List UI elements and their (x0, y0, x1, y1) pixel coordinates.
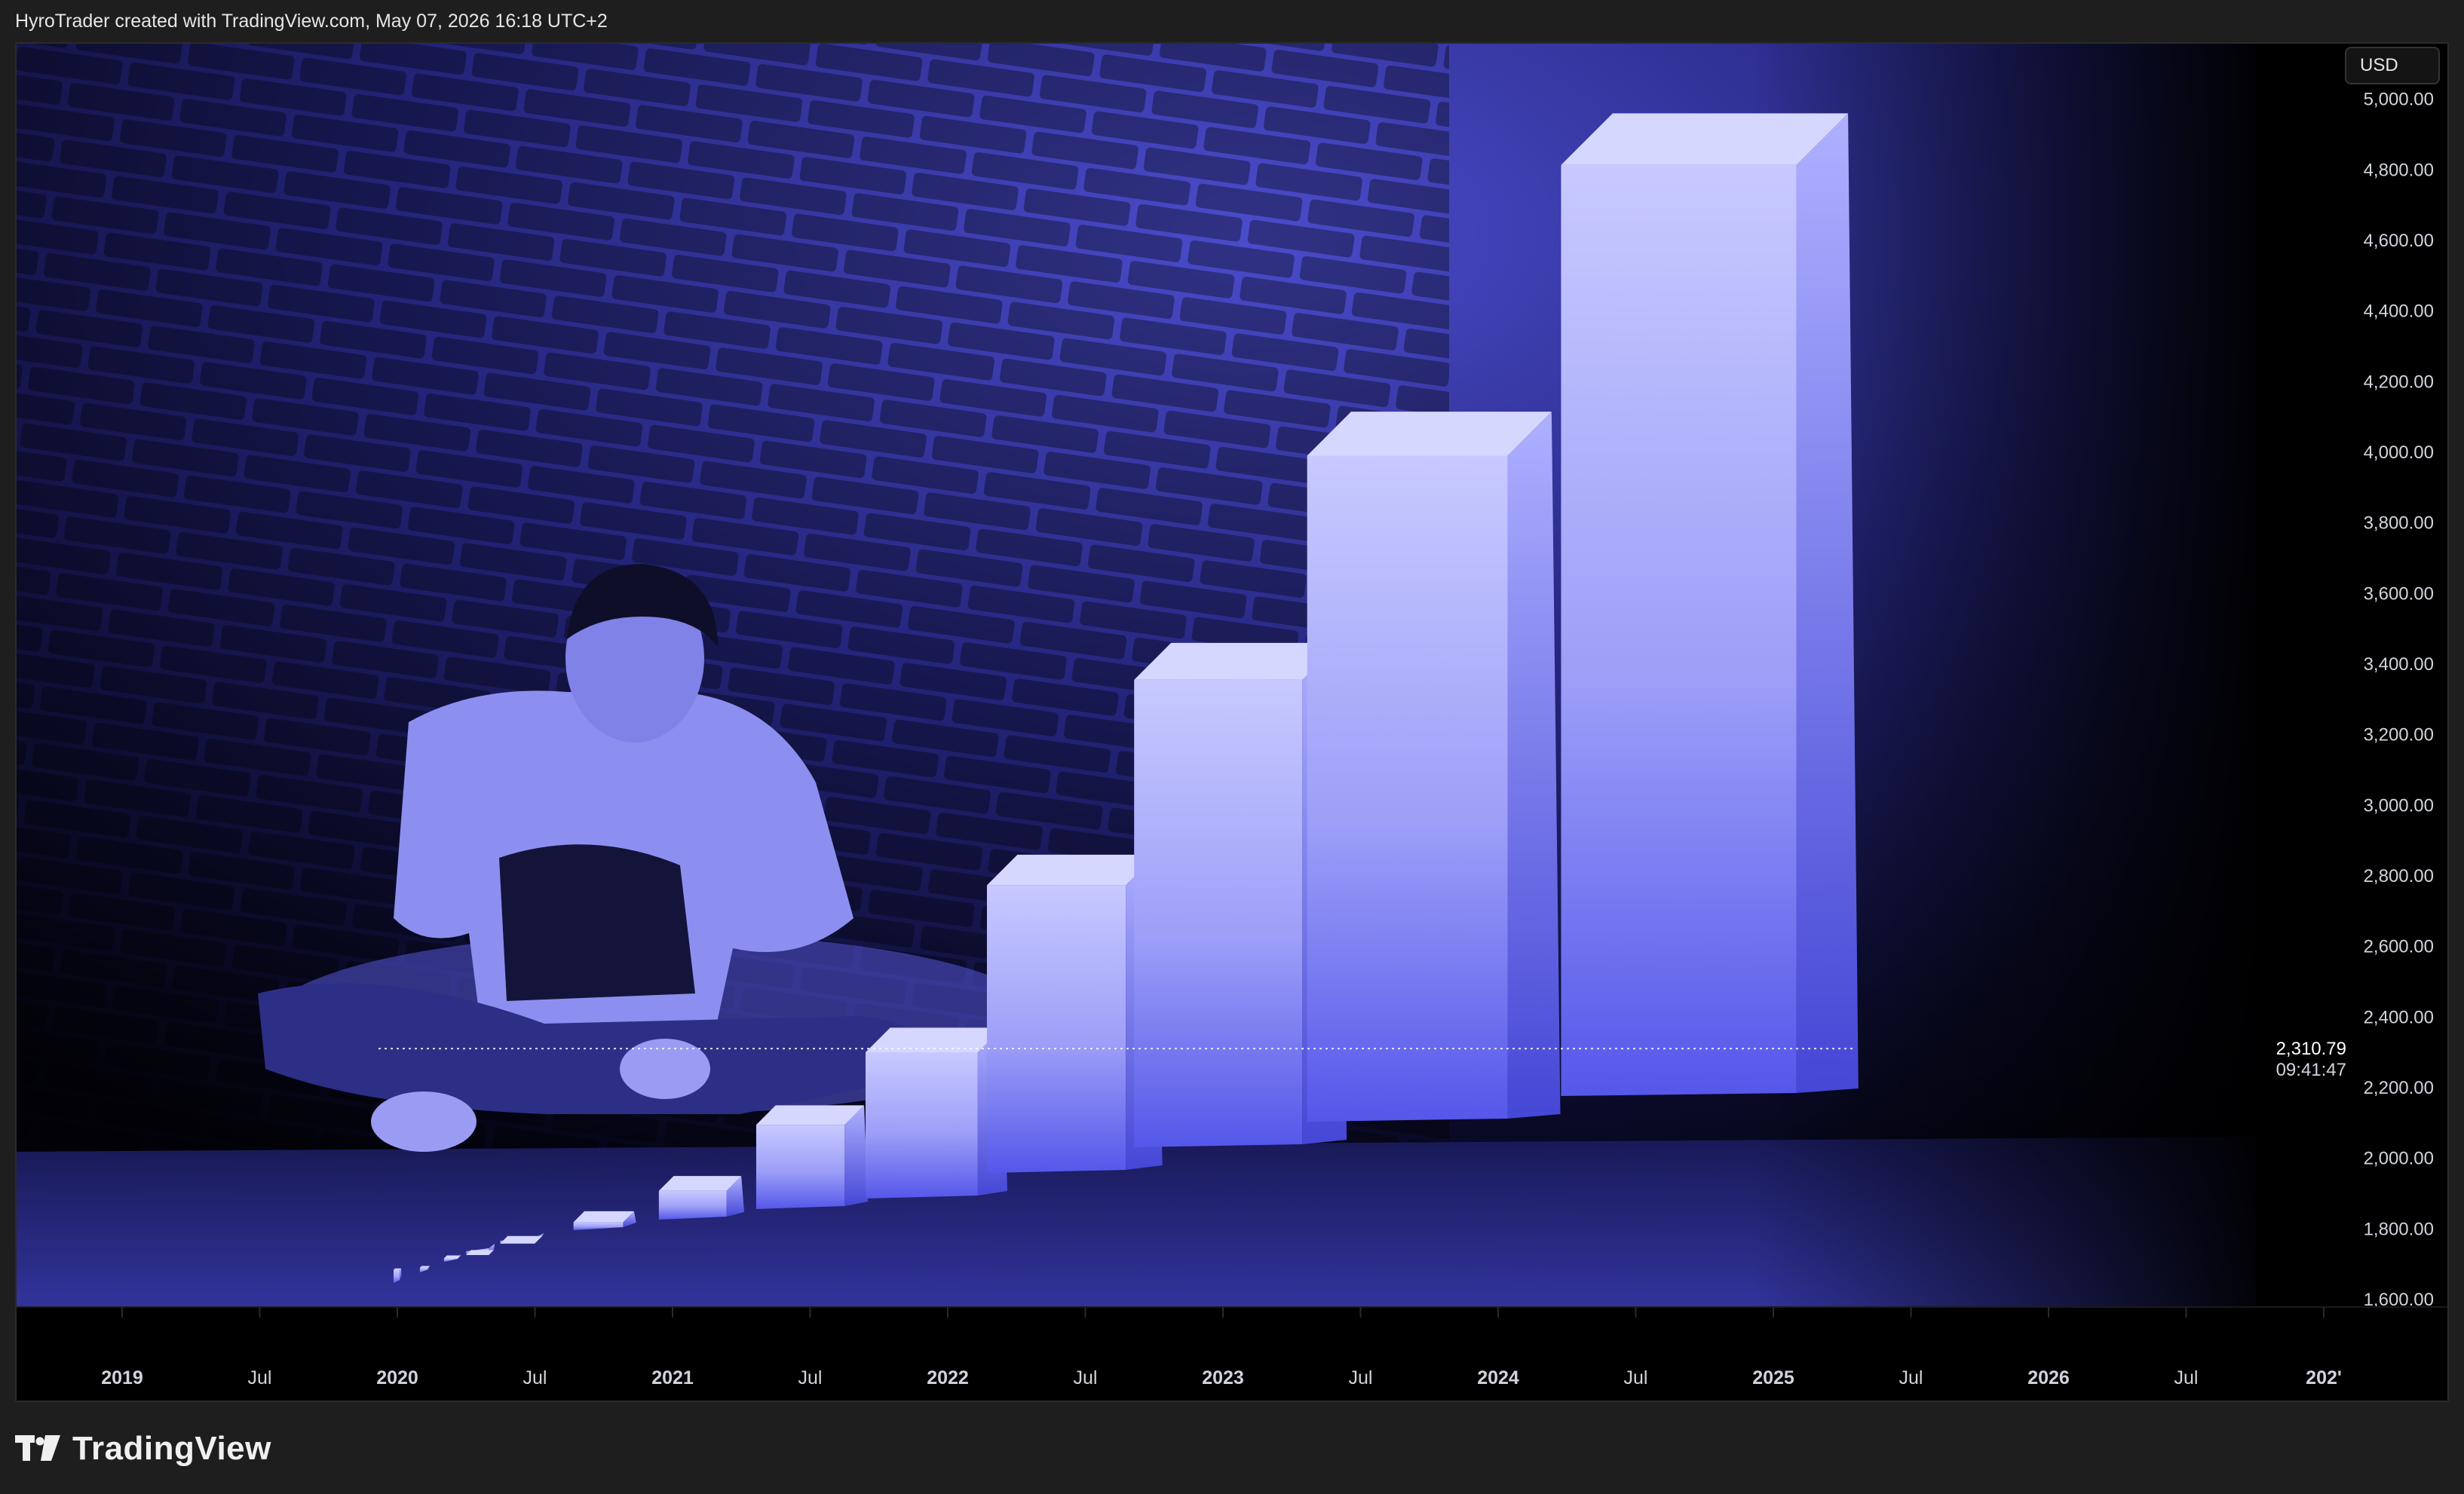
rising-block-front (1307, 455, 1508, 1122)
chart-caption: HyroTrader created with TradingView.com,… (15, 10, 608, 32)
price-tick-label: 2,600.00 (2364, 937, 2434, 957)
time-tick-year-label: 2023 (1202, 1367, 1244, 1388)
price-tick-label: 4,400.00 (2364, 302, 2434, 322)
rising-block-front (1561, 164, 1797, 1096)
rising-block (1561, 113, 1859, 1096)
chart-canvas[interactable]: 1,600.001,800.002,000.002,200.002,400.00… (17, 44, 2449, 1402)
currency-label: USD (2360, 55, 2398, 75)
price-tick-label: 1,800.00 (2364, 1219, 2434, 1239)
price-tick-label: 2,800.00 (2364, 866, 2434, 886)
rising-block (658, 1176, 745, 1220)
rising-block-front (865, 1052, 978, 1199)
price-tick-label: 4,600.00 (2364, 231, 2434, 251)
last-price-label: 2,310.79 (2276, 1039, 2346, 1059)
price-tick-label: 2,200.00 (2364, 1078, 2434, 1098)
time-tick-year-label: 2020 (376, 1367, 418, 1388)
price-tick-label: 3,200.00 (2364, 725, 2434, 745)
price-tick-label: 3,000.00 (2364, 795, 2434, 816)
countdown-label: 09:41:47 (2276, 1060, 2346, 1080)
rising-block (1307, 412, 1561, 1122)
price-tick-label: 4,000.00 (2364, 442, 2434, 463)
chart-frame[interactable]: 1,600.00 1,800.00 2,000.00 2,200.00 2,400.00… (15, 42, 2449, 1402)
price-tick-label: 4,800.00 (2364, 160, 2434, 180)
currency-selector-button[interactable]: USD (2345, 47, 2440, 84)
time-tick-month-label: Jul (1074, 1367, 1098, 1388)
time-tick-year-label: 2021 (651, 1367, 694, 1388)
time-tick-year-label: 202' (2306, 1367, 2342, 1388)
time-tick-year-label: 2026 (2027, 1367, 2070, 1388)
time-tick-month-label: Jul (2174, 1367, 2199, 1388)
rising-block-front (755, 1125, 845, 1209)
time-tick-month-label: Jul (248, 1367, 272, 1388)
price-tick-label: 4,200.00 (2364, 372, 2434, 392)
price-tick-label: 2,400.00 (2364, 1007, 2434, 1027)
rising-block-front (1134, 679, 1303, 1147)
top-caption-bar: HyroTrader created with TradingView.com,… (0, 0, 2464, 42)
footer-brand-name: TradingView (72, 1430, 271, 1467)
rising-block-front (658, 1190, 727, 1220)
time-tick-year-label: 2019 (101, 1367, 143, 1388)
time-tick-year-label: 2022 (927, 1367, 969, 1388)
time-tick-month-label: Jul (1899, 1367, 1923, 1388)
price-tick-label: 3,800.00 (2364, 513, 2434, 534)
background-illustration (17, 44, 2447, 1401)
price-axis[interactable]: 1,600.001,800.002,000.002,200.002,400.00… (2256, 44, 2449, 1310)
rising-block-side (1507, 412, 1561, 1119)
price-tick-label: 3,600.00 (2364, 583, 2434, 604)
time-tick-month-label: Jul (523, 1367, 547, 1388)
time-tick-month-label: Jul (1349, 1367, 1373, 1388)
price-tick-label: 5,000.00 (2364, 90, 2434, 110)
price-tick-label: 2,000.00 (2364, 1149, 2434, 1169)
tradingview-logo-icon (15, 1435, 60, 1461)
time-tick-year-label: 2024 (1477, 1367, 1519, 1388)
rising-block-front (986, 885, 1126, 1173)
rising-block-side (1796, 113, 1859, 1093)
rising-block (865, 1027, 1008, 1199)
price-tick-label: 3,400.00 (2364, 654, 2434, 675)
footer-branding: TradingView (15, 1425, 271, 1473)
rising-block (755, 1105, 869, 1209)
time-tick-month-label: Jul (798, 1367, 823, 1388)
time-tick-month-label: Jul (1624, 1367, 1648, 1388)
time-tick-year-label: 2025 (1752, 1367, 1794, 1388)
